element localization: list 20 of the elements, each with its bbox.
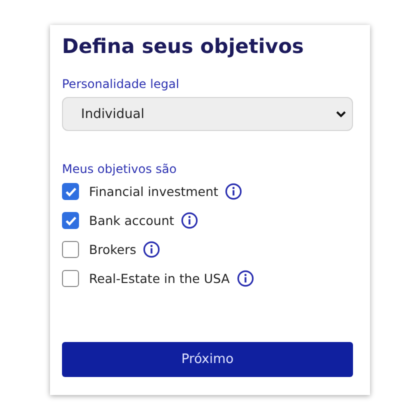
checkbox[interactable] [62,241,79,258]
legal-select[interactable]: Individual [62,97,353,131]
info-icon[interactable] [181,212,198,229]
checkbox[interactable] [62,270,79,287]
chevron-down-icon [336,110,346,118]
page-title: Defina seus objetivos [62,33,305,60]
next-button[interactable]: Próximo [62,342,353,377]
field-label: Personalidade legal [62,77,180,91]
info-icon[interactable] [225,183,242,200]
checkbox-label: Bank account [89,213,174,228]
check-icon [64,186,76,196]
info-icon[interactable] [143,241,160,258]
info-icon[interactable] [236,270,254,287]
checkbox[interactable] [62,183,79,200]
checkbox[interactable] [62,212,79,229]
checkbox-label: Brokers [89,242,136,257]
check-icon [64,216,76,226]
checkbox-label: Real-Estate in the USA [89,271,230,286]
section-label: Meus objetivos são [62,162,178,176]
checkbox-label: Financial investment [89,184,218,199]
